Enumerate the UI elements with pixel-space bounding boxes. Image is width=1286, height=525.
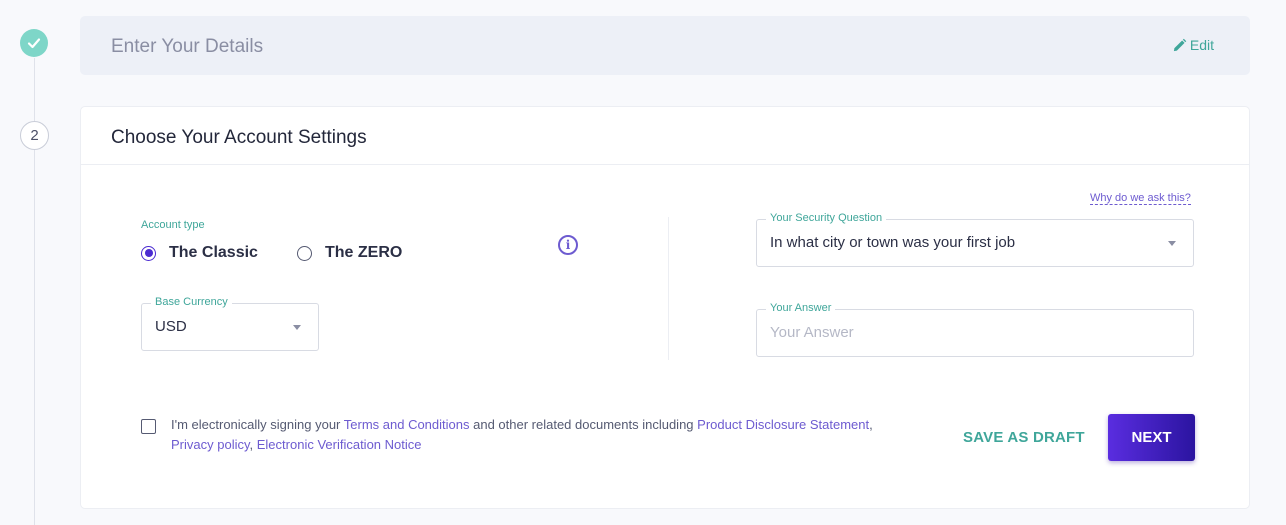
step-2-number: 2 <box>20 121 49 150</box>
terms-prefix: I'm electronically signing your <box>171 417 344 432</box>
terms-checkbox[interactable] <box>141 419 156 434</box>
terms-separator: , <box>249 437 257 452</box>
step-2-title: Choose Your Account Settings <box>81 107 1249 165</box>
privacy-policy-link[interactable]: Privacy policy <box>171 437 250 452</box>
radio-label-zero: The ZERO <box>325 244 403 261</box>
base-currency-label: Base Currency <box>151 296 232 308</box>
edit-label: Edit <box>1189 37 1214 53</box>
electronic-verification-link[interactable]: Electronic Verification Notice <box>257 437 422 452</box>
product-disclosure-link[interactable]: Product Disclosure Statement <box>697 417 869 432</box>
base-currency-select[interactable]: Base Currency USD <box>141 296 319 351</box>
account-type-label: Account type <box>141 219 205 231</box>
info-icon[interactable]: i <box>558 235 578 255</box>
answer-field[interactable]: Your Answer <box>756 302 1194 357</box>
radio-the-zero[interactable]: The ZERO <box>297 244 402 262</box>
security-question-value: In what city or town was your first job <box>770 234 1016 251</box>
answer-input[interactable] <box>770 324 1170 341</box>
radio-button-selected[interactable] <box>141 245 156 261</box>
chevron-down-icon <box>293 325 301 330</box>
account-settings-card: Choose Your Account Settings Account typ… <box>80 106 1250 509</box>
checkmark-icon <box>27 38 41 49</box>
radio-the-classic[interactable]: The Classic <box>141 244 258 262</box>
next-button[interactable]: NEXT <box>1108 414 1195 461</box>
security-question-select[interactable]: Your Security Question In what city or t… <box>756 212 1194 267</box>
save-as-draft-button[interactable]: SAVE AS DRAFT <box>963 429 1085 446</box>
step-1-panel: Enter Your Details Edit <box>80 16 1250 75</box>
terms-separator: , <box>869 417 873 432</box>
column-divider <box>668 217 669 360</box>
step-1-complete-icon <box>20 29 48 57</box>
answer-label: Your Answer <box>766 302 836 314</box>
chevron-down-icon <box>1168 241 1176 246</box>
terms-and-conditions-link[interactable]: Terms and Conditions <box>344 417 470 432</box>
radio-label-classic: The Classic <box>169 244 258 261</box>
why-do-we-ask-link[interactable]: Why do we ask this? <box>1090 192 1191 205</box>
terms-text: I'm electronically signing your Terms an… <box>171 415 911 455</box>
step-1-title: Enter Your Details <box>111 36 264 57</box>
base-currency-value: USD <box>155 318 187 335</box>
security-question-label: Your Security Question <box>766 212 887 224</box>
terms-middle: and other related documents including <box>469 417 698 432</box>
pencil-icon <box>1173 38 1187 51</box>
radio-button[interactable] <box>297 245 312 261</box>
edit-button[interactable]: Edit <box>1172 37 1214 53</box>
